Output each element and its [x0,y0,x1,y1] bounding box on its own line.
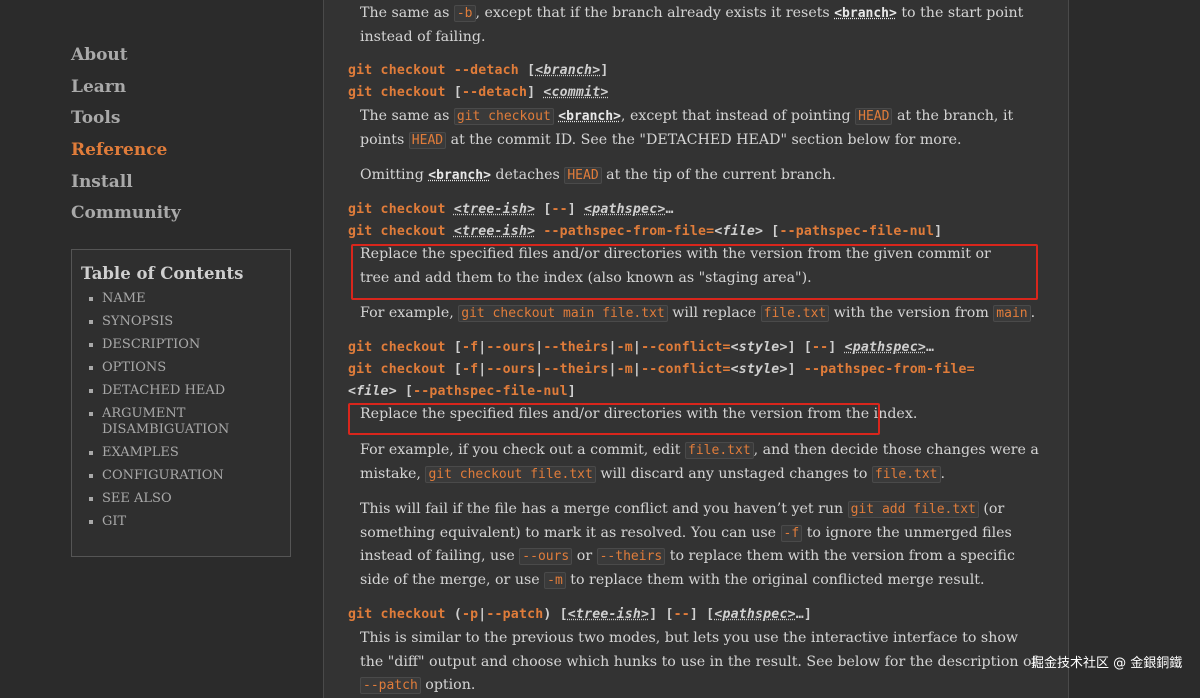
toc-item-detached-head[interactable]: DETACHED HEAD [88,383,284,399]
table-of-contents: Table of Contents NAME SYNOPSIS DESCRIPT… [71,249,291,557]
toc-list: NAME SYNOPSIS DESCRIPTION OPTIONS DETACH… [88,291,284,537]
placeholder-branch: <branch> [428,168,491,183]
synopsis-tree-ish-pathspec-file: git checkout <tree-ish> --pathspec-from-… [348,224,943,239]
paragraph-omitting-branch: Omitting <branch> detaches HEAD at the t… [360,167,836,184]
code-inline: git add file.txt [847,501,979,518]
toc-item-synopsis[interactable]: SYNOPSIS [88,314,284,330]
nav-tools[interactable]: Tools [71,104,301,136]
toc-title: Table of Contents [81,264,244,283]
code-inline: git checkout file.txt [425,465,596,483]
highlight-box-tree [351,244,1038,300]
toc-item-description[interactable]: DESCRIPTION [88,337,284,353]
paragraph-example-main: For example, git checkout main file.txt … [360,305,1036,322]
synopsis-detach-branch: git checkout --detach [<branch>] [348,63,609,78]
site-nav: About Learn Tools Reference Install Comm… [71,41,301,231]
code-inline: --theirs [596,548,666,566]
article-panel: The same as -b, except that if the branc… [323,0,1069,698]
code-inline: --ours [519,548,573,566]
nav-learn[interactable]: Learn [71,73,301,105]
code-inline: HEAD [408,131,447,149]
code-inline: -b [453,5,476,22]
toc-item-argument-disambiguation[interactable]: ARGUMENT DISAMBIGUATION [88,406,284,438]
toc-item-see-also[interactable]: SEE ALSO [88,491,284,507]
code-inline: git checkout main file.txt [458,305,668,322]
highlight-box-index [348,403,880,435]
code-inline: file.txt [871,465,941,483]
synopsis-patch: git checkout (-p|--patch) [<tree-ish>] [… [348,607,813,622]
code-inline: main [993,305,1031,322]
nav-about[interactable]: About [71,41,301,73]
code-inline: --patch [360,677,421,695]
watermark: 掘金技术社区 @ 金銀銅鐵 [1031,656,1183,671]
synopsis-ours-theirs-pathspec-file: git checkout [-f|--ours|--theirs|-m|--co… [348,362,975,377]
code-inline: file.txt [760,305,830,322]
synopsis-detach-commit: git checkout [--detach] <commit> [348,85,609,100]
synopsis-ours-theirs: git checkout [-f|--ours|--theirs|-m|--co… [348,340,935,355]
code-inline: -f [780,524,803,542]
nav-install[interactable]: Install [71,168,301,200]
paragraph-patch-desc: This is similar to the previous two mode… [360,630,1037,695]
synopsis-ours-theirs-pathspec-file-cont: <file> [--pathspec-file-nul] [348,384,576,399]
synopsis-tree-ish-pathspec: git checkout <tree-ish> [--] <pathspec>… [348,202,674,217]
toc-item-examples[interactable]: EXAMPLES [88,445,284,461]
paragraph-detach-desc: The same as git checkout <branch>, excep… [360,108,1014,149]
toc-item-git[interactable]: GIT [88,514,284,530]
code-inline: git checkout [453,108,554,125]
placeholder-branch: <branch> [834,6,897,21]
paragraph-b-reset: The same as -b, except that if the branc… [360,5,1024,45]
nav-reference[interactable]: Reference [71,136,301,168]
code-inline: file.txt [685,442,754,459]
nav-community[interactable]: Community [71,199,301,231]
toc-item-options[interactable]: OPTIONS [88,360,284,376]
code-inline: -m [544,571,566,589]
placeholder-branch: <branch> [558,109,621,124]
paragraph-example-edit: For example, if you check out a commit, … [360,442,1039,483]
code-inline: HEAD [855,108,893,125]
toc-item-name[interactable]: NAME [88,291,284,307]
code-inline: HEAD [564,167,602,184]
toc-item-configuration[interactable]: CONFIGURATION [88,468,284,484]
paragraph-merge-conflict: This will fail if the file has a merge c… [360,501,1015,589]
